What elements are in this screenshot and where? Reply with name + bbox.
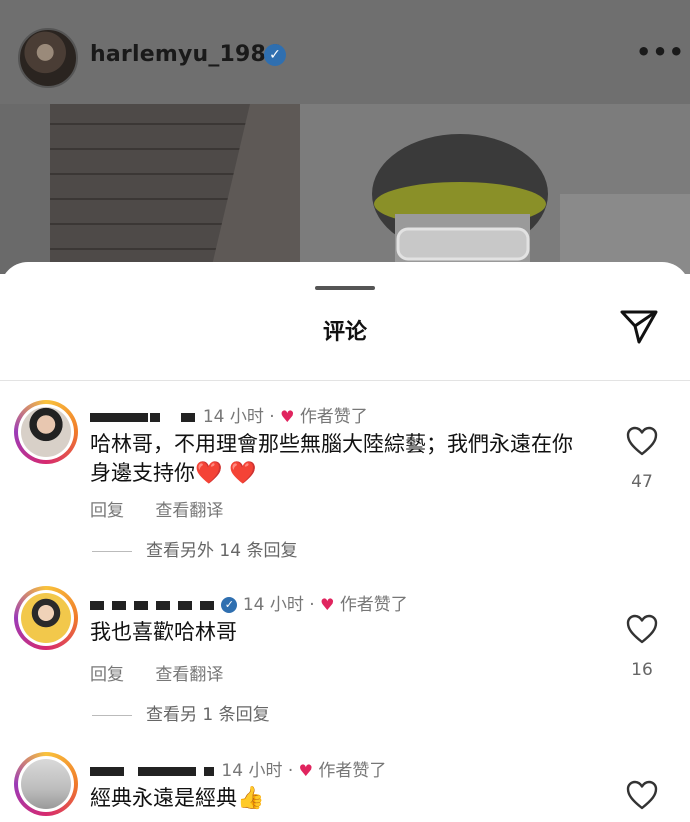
translate-button[interactable]: 查看翻译: [155, 501, 223, 521]
reply-button[interactable]: 回复: [90, 665, 124, 685]
reply-button[interactable]: 回复: [90, 501, 124, 521]
comment-meta: 14 小时 · ♥ 作者赞了: [90, 756, 386, 781]
post-header: harlemyu_1986 ✓ •••: [0, 0, 690, 104]
commenter-avatar[interactable]: [14, 400, 78, 464]
like-heart-icon[interactable]: [626, 426, 658, 456]
view-replies-button[interactable]: 查看另外 14 条回复: [92, 536, 297, 561]
author-liked-heart-icon: ♥: [280, 407, 295, 426]
like-count: 16: [631, 660, 653, 680]
redacted-username: [90, 412, 148, 422]
thumbs-up-emoji: 👍: [237, 786, 265, 811]
translate-button[interactable]: 查看翻译: [155, 665, 223, 685]
comment-text: 我也喜歡哈林哥: [90, 620, 237, 644]
verified-badge-icon: ✓: [221, 597, 238, 613]
author-liked-label: 作者赞了: [339, 595, 408, 615]
comment-meta: ✓ 14 小时 · ♥ 作者赞了: [90, 590, 408, 615]
heart-emoji: ❤️ ❤️: [195, 461, 257, 486]
comment-text: 哈林哥，不用理會那些無腦大陸綜藝；我們永遠在你身邊支持你❤️ ❤️: [90, 432, 573, 486]
poster-username[interactable]: harlemyu_1986: [90, 42, 282, 67]
comments-title: 评论: [322, 320, 367, 345]
view-replies-label: 查看另 1 条回复: [146, 705, 270, 725]
comment-actions: 回复 查看翻译: [90, 496, 249, 521]
comment-time: 14 小时 ·: [242, 595, 315, 615]
author-liked-label: 作者赞了: [318, 761, 387, 781]
comment-time: 14 小时 ·: [221, 761, 294, 781]
more-options-icon[interactable]: •••: [636, 38, 685, 66]
view-replies-label: 查看另外 14 条回复: [146, 541, 298, 561]
like-heart-icon[interactable]: [626, 614, 658, 644]
comment-time: 14 小时 ·: [202, 407, 275, 427]
view-replies-button[interactable]: 查看另 1 条回复: [92, 700, 270, 725]
like-count: 47: [631, 472, 653, 492]
author-liked-heart-icon: ♥: [298, 761, 313, 780]
author-liked-label: 作者赞了: [299, 407, 368, 427]
sheet-divider: [0, 380, 690, 381]
comments-sheet: 评论 14 小时 · ♥ 作者赞了 哈林哥，不用理會那些無腦大陸綜藝；我們永遠在…: [0, 262, 690, 822]
send-icon[interactable]: [618, 306, 660, 346]
author-liked-heart-icon: ♥: [320, 595, 335, 614]
post-photo: [0, 104, 690, 274]
comment-actions: 回复 查看翻译: [90, 660, 249, 685]
comment-text: 經典永遠是經典👍: [90, 786, 265, 811]
poster-avatar[interactable]: [18, 28, 78, 88]
drag-handle[interactable]: [315, 286, 375, 290]
commenter-avatar[interactable]: [14, 752, 78, 816]
commenter-avatar[interactable]: [14, 586, 78, 650]
verified-badge-icon: ✓: [264, 44, 286, 66]
like-heart-icon[interactable]: [626, 780, 658, 810]
comment-meta: 14 小时 · ♥ 作者赞了: [90, 402, 368, 427]
